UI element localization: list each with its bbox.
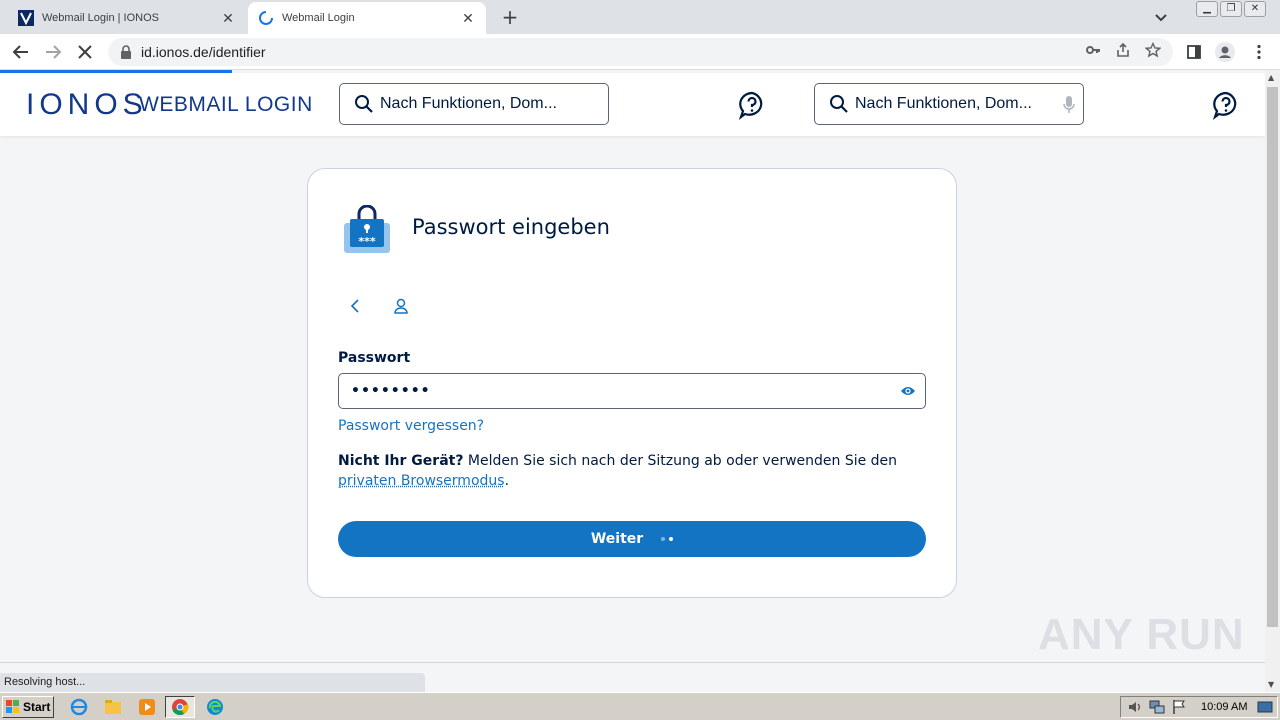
ionos-logo[interactable]: IONOS xyxy=(26,89,148,121)
scroll-up-arrow-icon[interactable]: ▲ xyxy=(1268,73,1274,82)
show-desktop-icon[interactable] xyxy=(1257,699,1273,715)
action-center-flag-icon[interactable] xyxy=(1171,699,1187,715)
microphone-icon[interactable] xyxy=(1063,95,1075,115)
system-clock: 10:09 AM xyxy=(1201,701,1248,713)
tab-title: Webmail Login xyxy=(282,12,355,24)
search-icon xyxy=(355,95,373,113)
password-label: Passwort xyxy=(338,350,411,366)
hint-bold: Nicht Ihr Gerät? xyxy=(338,453,464,469)
volume-icon[interactable] xyxy=(1127,699,1143,715)
continue-button-label: Weiter xyxy=(590,531,644,547)
back-chevron-icon[interactable] xyxy=(346,297,364,315)
vertical-scrollbar[interactable]: ▲ ▼ xyxy=(1265,70,1280,692)
forgot-password-link[interactable]: Passwort vergessen? xyxy=(338,418,484,434)
password-lock-illustration-icon: *** xyxy=(342,204,392,255)
continue-button[interactable]: Weiter xyxy=(338,521,926,557)
menu-kebab-icon[interactable] xyxy=(1248,41,1270,63)
file-explorer-icon[interactable] xyxy=(104,698,122,716)
search-placeholder: Nach Funktionen, Dom... xyxy=(855,95,1032,112)
share-icon[interactable] xyxy=(1115,42,1131,58)
stop-loading-icon[interactable] xyxy=(74,41,96,63)
internet-explorer-icon[interactable] xyxy=(70,698,88,716)
user-account-icon[interactable] xyxy=(392,297,410,315)
login-card: *** Passwort eingeben Passwort •••••••• … xyxy=(307,168,957,598)
ionos-favicon xyxy=(18,10,34,26)
tab-webmail-login[interactable]: Webmail Login ✕ xyxy=(248,2,486,34)
svg-text:***: *** xyxy=(358,235,376,248)
search-icon xyxy=(830,95,848,113)
restore-icon[interactable]: ❐ xyxy=(1220,1,1242,17)
lock-icon xyxy=(121,45,131,59)
status-bubble: Resolving host... xyxy=(0,673,425,692)
omnibox-actions xyxy=(1085,42,1161,58)
bookmark-star-icon[interactable] xyxy=(1145,42,1161,58)
tab-search-chevron-icon[interactable] xyxy=(1152,8,1170,26)
loading-dots-icon xyxy=(661,537,674,541)
chrome-icon xyxy=(172,699,189,716)
product-title: WEBMAIL LOGIN xyxy=(139,93,313,116)
search-input-secondary[interactable]: Nach Funktionen, Dom... xyxy=(814,83,1084,125)
close-tab-icon[interactable]: ✕ xyxy=(220,10,236,26)
card-title: Passwort eingeben xyxy=(412,215,610,239)
browser-toolbar: id.ionos.de/identifier xyxy=(0,34,1280,70)
scroll-down-arrow-icon[interactable]: ▼ xyxy=(1268,680,1274,689)
private-mode-link[interactable]: privaten Browsermodus xyxy=(338,473,505,489)
help-question-icon[interactable] xyxy=(737,90,767,120)
loading-spinner-icon xyxy=(258,10,274,26)
back-arrow-icon[interactable] xyxy=(10,41,32,63)
url-text: id.ionos.de/identifier xyxy=(141,44,266,60)
minimize-icon[interactable]: ▁ xyxy=(1196,1,1218,17)
close-window-icon[interactable]: ✕ xyxy=(1244,1,1266,17)
start-button[interactable]: Start xyxy=(2,696,54,718)
browser-tab-strip: Webmail Login | IONOS ✕ Webmail Login ✕ … xyxy=(0,0,1280,34)
system-tray: 10:09 AM xyxy=(1120,696,1278,718)
windows-flag-icon xyxy=(6,700,19,713)
chrome-taskbar-button[interactable] xyxy=(165,696,195,718)
anyrun-watermark: ANY RUN xyxy=(1038,610,1245,659)
side-panel-icon[interactable] xyxy=(1183,41,1205,63)
media-player-icon[interactable] xyxy=(138,698,156,716)
password-field[interactable]: •••••••• xyxy=(338,373,926,409)
show-password-eye-icon[interactable] xyxy=(900,384,916,398)
key-icon[interactable] xyxy=(1085,42,1101,58)
hint-text: Melden Sie sich nach der Sitzung ab oder… xyxy=(463,453,898,469)
network-icon[interactable] xyxy=(1149,699,1165,715)
hint-end: . xyxy=(504,473,510,489)
tab-title: Webmail Login | IONOS xyxy=(42,12,159,24)
window-controls: ▁ ❐ ✕ xyxy=(1196,1,1266,17)
search-input[interactable]: Nach Funktionen, Dom... xyxy=(339,83,609,125)
password-masked-value: •••••••• xyxy=(351,383,431,399)
profile-avatar-icon[interactable] xyxy=(1214,41,1236,63)
windows-taskbar: Start 10:09 AM xyxy=(0,692,1280,720)
address-bar[interactable]: id.ionos.de/identifier xyxy=(108,38,1173,66)
search-placeholder: Nach Funktionen, Dom... xyxy=(380,95,557,112)
site-header: IONOS WEBMAIL LOGIN Nach Funktionen, Dom… xyxy=(0,73,1265,136)
tab-webmail-login-ionos[interactable]: Webmail Login | IONOS ✕ xyxy=(8,2,246,34)
private-device-hint: Nicht Ihr Gerät? Melden Sie sich nach de… xyxy=(338,451,928,491)
forward-arrow-icon[interactable] xyxy=(42,41,64,63)
edge-icon[interactable] xyxy=(206,698,224,716)
new-tab-button[interactable]: + xyxy=(498,6,522,28)
start-label: Start xyxy=(23,700,51,714)
scrollbar-thumb[interactable] xyxy=(1267,87,1278,627)
page-bottom-divider xyxy=(0,662,1265,663)
help-question-icon[interactable] xyxy=(1211,90,1241,120)
close-tab-icon[interactable]: ✕ xyxy=(460,10,476,26)
